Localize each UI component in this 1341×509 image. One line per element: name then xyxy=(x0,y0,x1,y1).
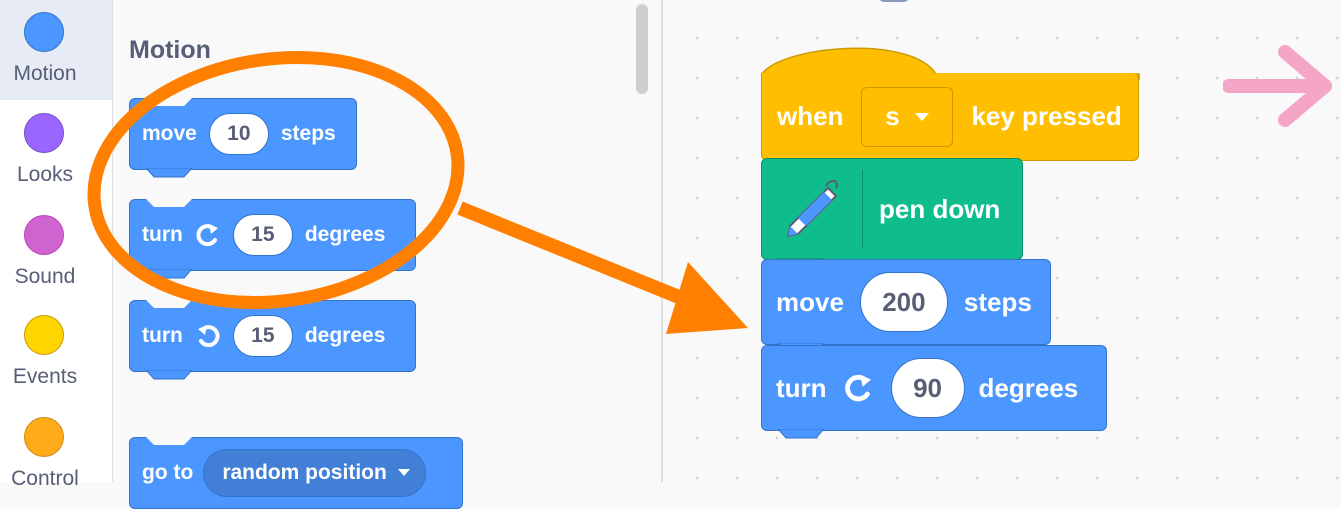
block-top-notch xyxy=(146,437,192,445)
steps-input[interactable]: 10 xyxy=(208,113,269,155)
block-top-notch xyxy=(146,300,192,308)
block-palette: Motion move 10 steps turn 15 degrees tur… xyxy=(113,0,663,509)
category-looks[interactable]: Looks xyxy=(0,101,112,201)
category-events[interactable]: Events xyxy=(0,303,112,403)
rotate-left-icon xyxy=(193,321,223,351)
block-label: steps xyxy=(280,122,336,145)
palette-goto-block[interactable]: go to random position xyxy=(129,437,463,509)
block-label: turn xyxy=(776,372,827,403)
degrees-input[interactable]: 15 xyxy=(232,315,293,357)
dropdown-value: s xyxy=(885,101,900,131)
category-menu: Motion Looks Sound Events Control xyxy=(0,0,113,490)
category-label: Looks xyxy=(16,163,74,186)
palette-turn-left-block[interactable]: turn 15 degrees xyxy=(129,300,416,380)
block-label: steps xyxy=(963,286,1032,317)
palette-turn-right-block[interactable]: turn 15 degrees xyxy=(129,199,416,279)
block-bottom-tab xyxy=(146,168,192,178)
control-category-icon xyxy=(24,417,64,457)
block-label: turn xyxy=(142,324,183,347)
dropdown-value: random position xyxy=(222,461,387,484)
category-control[interactable]: Control xyxy=(0,405,112,505)
block-label: move xyxy=(776,286,844,317)
block-label: turn xyxy=(142,223,183,246)
block-label: key pressed xyxy=(971,101,1122,131)
block-label: degrees xyxy=(304,324,386,347)
sound-category-icon xyxy=(24,215,64,255)
degrees-input[interactable]: 90 xyxy=(890,358,965,418)
palette-section-title: Motion xyxy=(129,36,211,64)
chevron-down-icon xyxy=(914,112,929,121)
category-label: Sound xyxy=(14,265,76,288)
motion-category-icon xyxy=(24,12,64,52)
steps-input[interactable]: 200 xyxy=(859,272,948,332)
rotate-right-icon xyxy=(841,370,877,406)
block-label: pen down xyxy=(879,193,1001,224)
block-label: when xyxy=(777,101,844,131)
palette-move-block[interactable]: move 10 steps xyxy=(129,98,357,178)
block-label: degrees xyxy=(978,372,1079,403)
looks-category-icon xyxy=(24,113,64,153)
block-bottom-tab xyxy=(146,370,192,380)
turn-degrees-block[interactable]: turn 90 degrees xyxy=(761,345,1107,439)
script-workspace[interactable]: when s key pressed pen down move 200 ste… xyxy=(663,0,1341,482)
move-steps-block[interactable]: move 200 steps xyxy=(761,259,1051,353)
arrow-right-icon xyxy=(1223,45,1332,127)
pen-down-block[interactable]: pen down xyxy=(761,158,1023,268)
events-category-icon xyxy=(24,315,64,355)
category-label: Motion xyxy=(13,62,77,85)
block-label: degrees xyxy=(304,223,386,246)
degrees-input[interactable]: 15 xyxy=(232,214,293,256)
rotate-right-icon xyxy=(193,220,223,250)
when-key-pressed-hat[interactable]: when s key pressed xyxy=(761,73,1139,169)
key-dropdown[interactable]: s xyxy=(861,86,954,147)
block-top-notch xyxy=(146,98,192,106)
category-sound[interactable]: Sound xyxy=(0,203,112,303)
category-label: Control xyxy=(11,467,79,490)
category-label: Events xyxy=(12,365,78,388)
block-bottom-tab xyxy=(778,429,824,439)
chevron-down-icon xyxy=(397,469,410,476)
goto-target-dropdown[interactable]: random position xyxy=(203,449,426,497)
block-label: go to xyxy=(142,461,194,484)
category-motion[interactable]: Motion xyxy=(0,0,112,100)
workspace-top-edge-element xyxy=(877,0,911,2)
pen-extension-icon xyxy=(776,170,863,248)
block-label: move xyxy=(142,122,197,145)
palette-scrollbar[interactable] xyxy=(636,4,648,94)
block-bottom-tab xyxy=(146,269,192,279)
block-top-notch xyxy=(146,199,192,207)
